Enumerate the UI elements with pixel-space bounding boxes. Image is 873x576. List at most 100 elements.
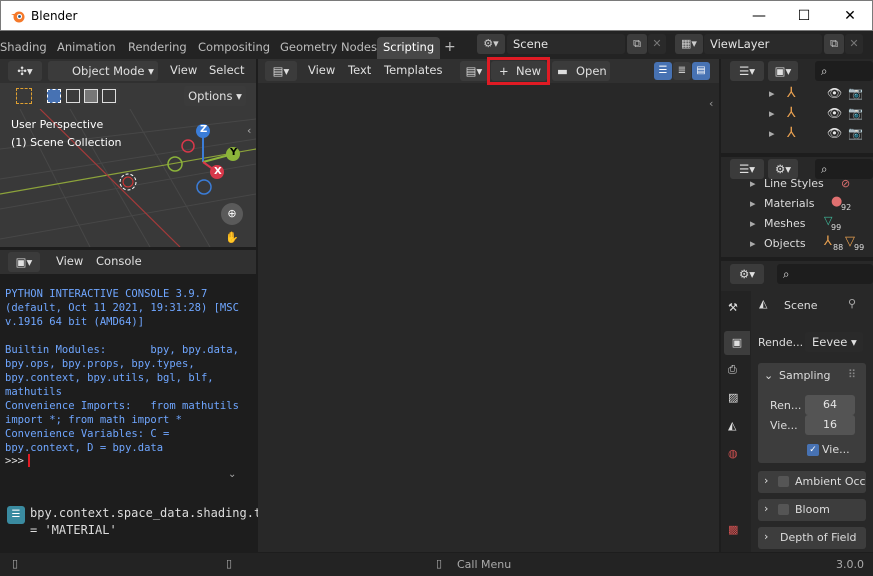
editor-type-icon[interactable]: ✣▾ — [8, 61, 42, 81]
texteditor-type-icon[interactable]: ▤▾ — [265, 61, 297, 81]
depth-of-field-panel[interactable]: › Depth of Field — [758, 527, 866, 549]
console-prompt[interactable]: >>> — [5, 455, 24, 467]
pin-icon[interactable]: ⚲ — [848, 297, 856, 310]
visibility-eye-icon[interactable]: 👁 — [827, 86, 842, 100]
render-camera-icon[interactable]: 📷 — [848, 126, 863, 140]
scene-remove-icon[interactable]: ✕ — [648, 34, 666, 54]
render-camera-icon[interactable]: 📷 — [848, 106, 863, 120]
outliner-item-objects[interactable]: Objects — [764, 237, 806, 250]
expand-arrow-icon[interactable]: ▸ — [769, 107, 775, 120]
pan-hand-icon[interactable]: ✋ — [221, 231, 243, 247]
text-editor[interactable]: ▤▾ View Text Templates ▤▾ + New ▬ Open ☰ … — [258, 57, 719, 552]
expand-arrow-icon[interactable]: ▸ — [750, 177, 756, 190]
outliner-item-meshes[interactable]: Meshes — [764, 217, 805, 230]
maximize-button[interactable]: ☐ — [781, 1, 827, 31]
ambient-occlusion-panel[interactable]: › Ambient Occl — [758, 471, 866, 493]
status-call-menu: Call Menu — [457, 558, 512, 571]
tool-tab-icon[interactable]: ⚒ — [728, 301, 738, 314]
collapse-arrow-icon[interactable]: ⌄ — [764, 369, 773, 382]
render-camera-icon[interactable]: 📷 — [848, 86, 863, 100]
objects-count: 88 — [833, 243, 844, 252]
minimize-button[interactable]: — — [736, 1, 782, 31]
expand-arrow-icon[interactable]: ▸ — [769, 127, 775, 140]
outliner-display-mode-icon[interactable]: ▣▾ — [768, 61, 798, 81]
world-tab-icon[interactable]: ◍ — [728, 447, 738, 460]
render-engine-dropdown[interactable]: Eevee ▾ — [805, 332, 863, 352]
visibility-eye-icon[interactable]: 👁 — [827, 106, 842, 120]
expand-arrow-icon[interactable]: ▸ — [750, 197, 756, 210]
output-tab-icon[interactable]: ⎙ — [728, 363, 737, 377]
close-button[interactable]: ✕ — [827, 1, 873, 31]
viewlayer-remove-icon[interactable]: ✕ — [845, 34, 863, 54]
outliner2-type-icon[interactable]: ☰▾ — [730, 159, 764, 179]
scene-tab-icon[interactable]: ◭ — [728, 419, 736, 432]
scene-browse-icon[interactable]: ⚙▾ — [477, 34, 505, 54]
viewlayer-field[interactable]: ViewLayer — [704, 34, 822, 54]
ambient-occlusion-checkbox[interactable] — [778, 476, 789, 487]
tab-scripting[interactable]: Scripting — [377, 37, 441, 59]
outliner2-display-mode-icon[interactable]: ⚙▾ — [768, 159, 798, 179]
outliner-item-materials[interactable]: Materials — [764, 197, 814, 210]
python-console[interactable]: ▣▾ View Console PYTHON INTERACTIVE CONSO… — [0, 250, 256, 495]
word-wrap-icon[interactable]: ≣ — [673, 62, 691, 80]
outliner2-search-input[interactable]: ⌕ — [815, 159, 873, 179]
tab-shading[interactable]: Shading — [0, 37, 53, 59]
add-workspace-button[interactable]: + — [438, 37, 462, 59]
render-samples-field[interactable]: 64 — [805, 395, 855, 415]
texteditor-menu-text[interactable]: Text — [348, 63, 371, 77]
render-tab-icon[interactable]: ▣ — [724, 331, 750, 355]
options-dropdown[interactable]: Options ▾ — [184, 86, 246, 106]
texture-tab-icon[interactable]: ▩ — [728, 523, 738, 536]
console-editor-type-icon[interactable]: ▣▾ — [8, 252, 40, 272]
viewport-samples-label: Vie... — [770, 419, 798, 432]
expand-arrow-icon[interactable]: ▸ — [750, 237, 756, 250]
tab-rendering[interactable]: Rendering — [122, 37, 193, 59]
tab-compositing[interactable]: Compositing — [192, 37, 276, 59]
texteditor-menu-templates[interactable]: Templates — [384, 63, 442, 77]
viewport-denoise-checkbox[interactable]: ✓ — [807, 444, 819, 456]
menu-view[interactable]: View — [170, 63, 197, 77]
console-menu-console[interactable]: Console — [96, 254, 142, 268]
properties-search-input[interactable]: ⌕ — [777, 264, 873, 284]
sidebar-toggle-icon[interactable]: ‹ — [247, 124, 251, 137]
menu-select[interactable]: Select — [209, 63, 244, 77]
selection-mode-icons[interactable] — [44, 87, 120, 105]
viewport-samples-field[interactable]: 16 — [805, 415, 855, 435]
outliner-item-line-styles[interactable]: Line Styles — [764, 177, 824, 190]
syntax-highlight-icon[interactable]: ▤ — [692, 62, 710, 80]
view-layer-tab-icon[interactable]: ▨ — [728, 391, 738, 404]
tab-geometry-nodes[interactable]: Geometry Nodes — [274, 37, 383, 59]
tab-animation[interactable]: Animation — [51, 37, 122, 59]
drag-handle-icon[interactable]: ⠿ — [848, 368, 856, 381]
outliner[interactable]: ☰▾ ▣▾ ⌕ ▸ ⅄ 👁 📷 ▸ ⅄ 👁 📷 ▸ ⅄ 👁 📷 — [721, 59, 873, 153]
texteditor-sidebar-toggle-icon[interactable]: ‹ — [709, 97, 713, 110]
scene-field[interactable]: Scene — [507, 34, 625, 54]
outliner-type-icon[interactable]: ☰▾ — [730, 61, 764, 81]
visibility-eye-icon[interactable]: 👁 — [827, 126, 842, 140]
open-text-button[interactable]: ▬ Open — [552, 61, 610, 81]
bloom-checkbox[interactable] — [778, 504, 789, 515]
properties-editor[interactable]: ⚙▾ ⌕ ⚒ ▣ ⎙ ▨ ◭ ◍ ▩ ◭ Scene ⚲ Rende... Ee… — [721, 261, 873, 552]
expand-arrow-icon[interactable]: › — [764, 530, 768, 543]
scene-copy-icon[interactable]: ⧉ — [627, 34, 647, 54]
viewlayer-browse-icon[interactable]: ▦▾ — [675, 34, 703, 54]
texteditor-menu-view[interactable]: View — [308, 63, 335, 77]
console-collapse-icon[interactable]: ⌄ — [228, 469, 236, 480]
expand-arrow-icon[interactable]: › — [764, 474, 768, 487]
zoom-icon[interactable]: ⊕ — [221, 203, 243, 225]
expand-arrow-icon[interactable]: › — [764, 502, 768, 515]
properties-type-icon[interactable]: ⚙▾ — [730, 264, 764, 284]
console-menu-view[interactable]: View — [56, 254, 83, 268]
select-box-icon[interactable] — [16, 88, 32, 104]
line-numbers-icon[interactable]: ☰ — [654, 62, 672, 80]
expand-arrow-icon[interactable]: ▸ — [769, 87, 775, 100]
sampling-panel-title[interactable]: Sampling — [779, 369, 831, 382]
expand-arrow-icon[interactable]: ▸ — [750, 217, 756, 230]
text-browse-icon[interactable]: ▤▾ — [460, 61, 488, 81]
outliner-search-input[interactable]: ⌕ — [815, 61, 873, 81]
3d-viewport[interactable]: ✣▾ Object Mode ▾ View Select Options ▾ U… — [0, 59, 256, 247]
object-mode-dropdown[interactable]: Object Mode ▾ — [48, 61, 158, 81]
viewlayer-copy-icon[interactable]: ⧉ — [824, 34, 844, 54]
outliner-blender-file[interactable]: ☰▾ ⚙▾ ⌕ ▸ Line Styles ⊘ ▸ Materials ● 92… — [721, 157, 873, 257]
bloom-panel[interactable]: › Bloom — [758, 499, 866, 521]
